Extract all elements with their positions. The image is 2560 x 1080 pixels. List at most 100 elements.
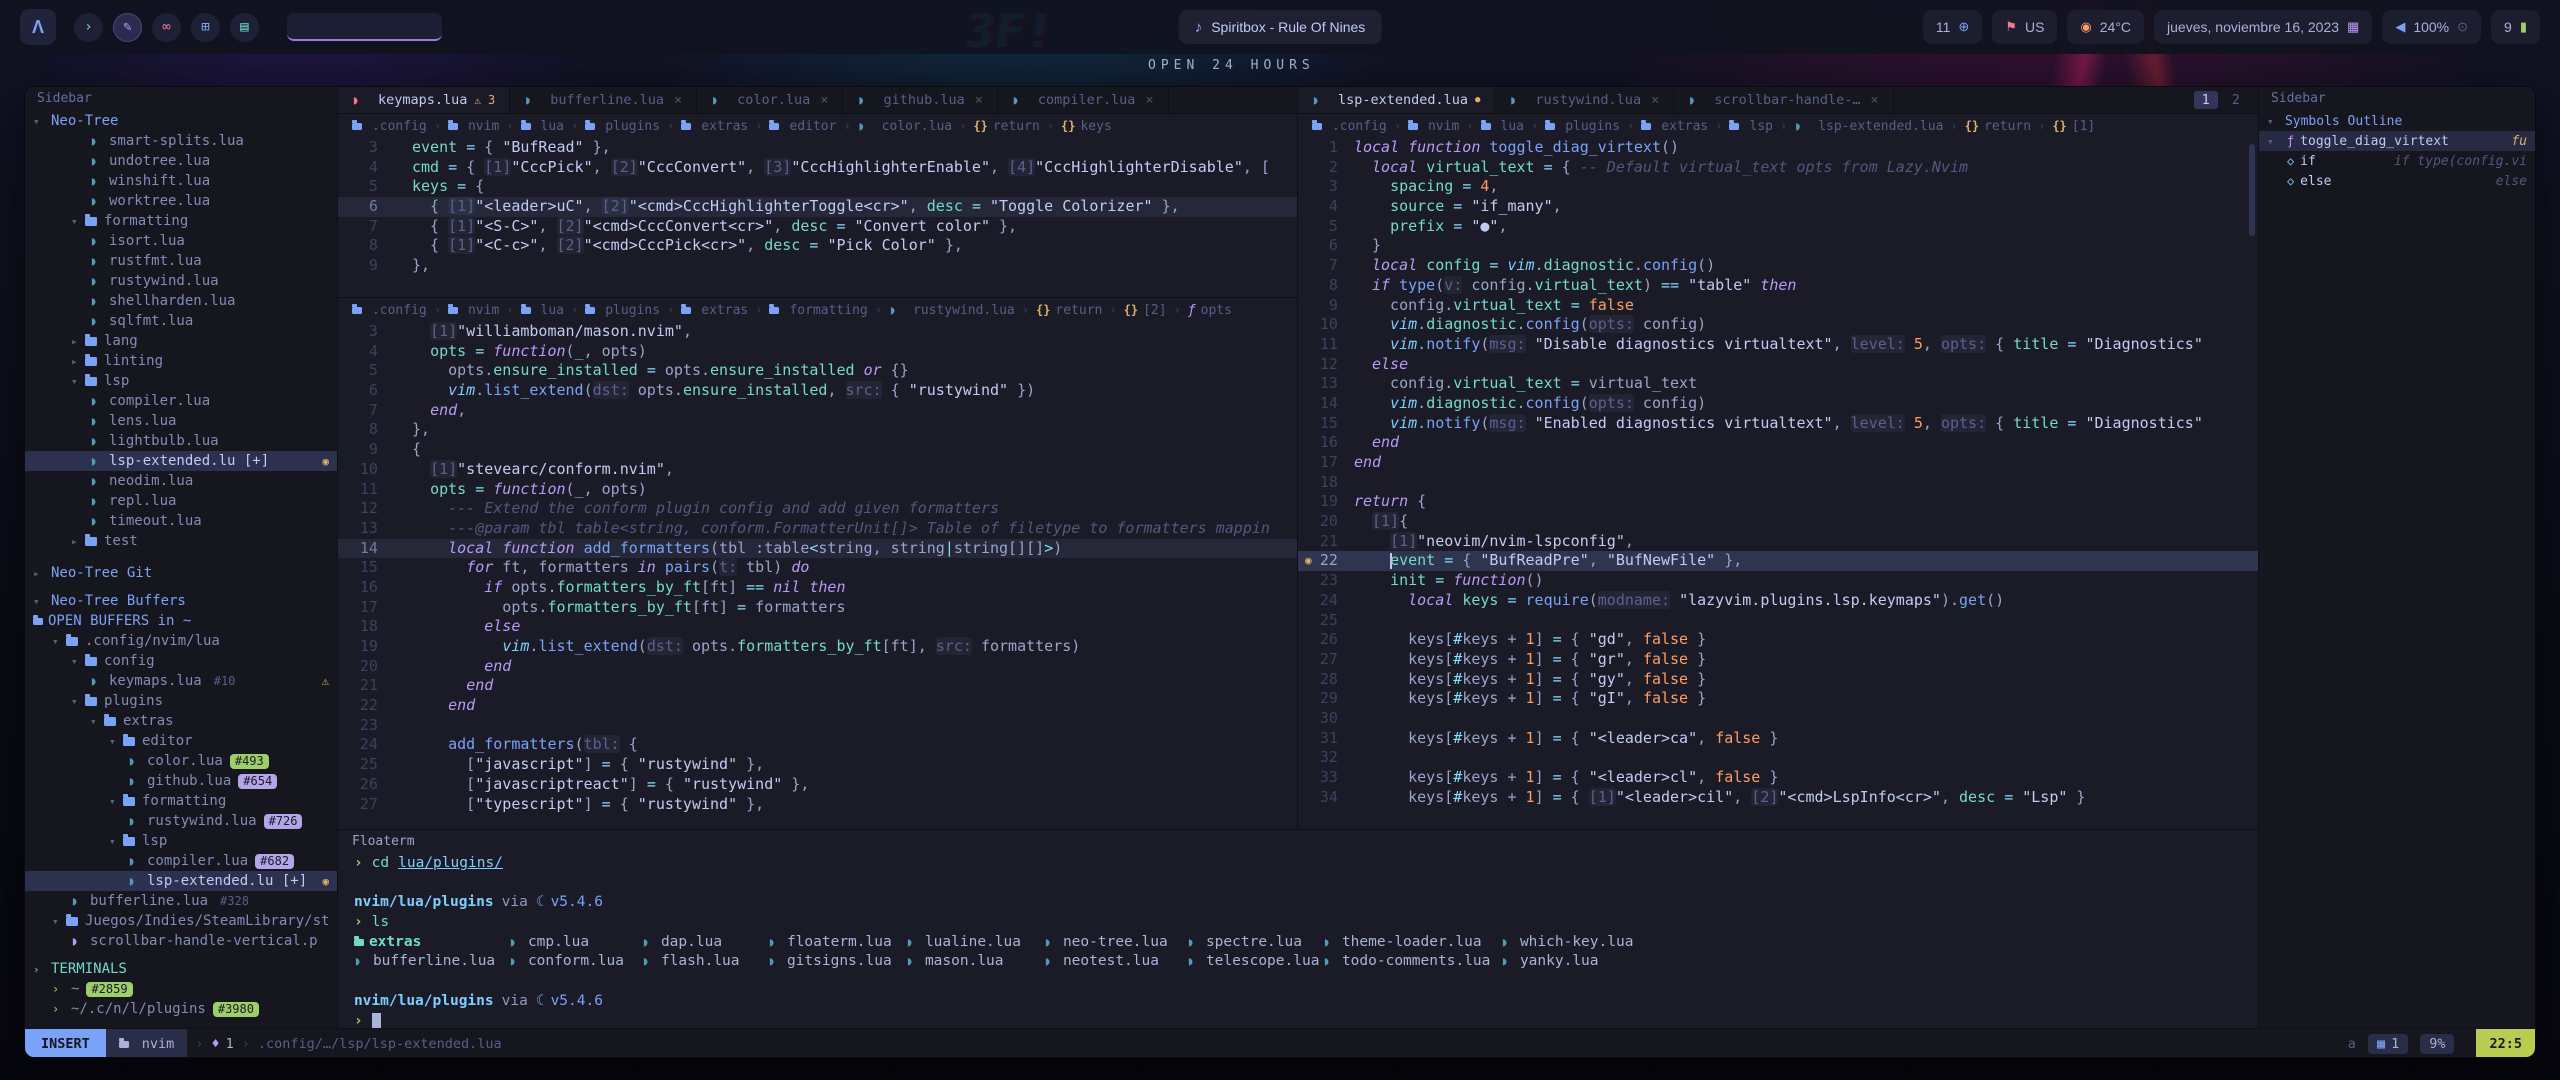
tree-item-undotree-lua[interactable]: ◗undotree.lua bbox=[25, 151, 337, 171]
tree-item-rustfmt-lua[interactable]: ◗rustfmt.lua bbox=[25, 251, 337, 271]
breadcrumb-label: [1] bbox=[2072, 119, 2095, 134]
buffer-item-config[interactable]: ▾config bbox=[25, 651, 337, 671]
battery-chip[interactable]: 9 ▮ bbox=[2491, 10, 2540, 44]
file-label: .config/nvim/lua bbox=[85, 633, 220, 649]
buffer-item-keymaps-lua[interactable]: ◗keymaps.lua#10⚠ bbox=[25, 671, 337, 691]
line-number: 8 bbox=[338, 420, 394, 440]
code-line: } bbox=[1354, 236, 2258, 256]
code-line: ---@param tbl table<string, conform.Form… bbox=[394, 519, 1297, 539]
scrollbar-handle[interactable] bbox=[2249, 144, 2255, 236]
tree-item-lens-lua[interactable]: ◗lens.lua bbox=[25, 411, 337, 431]
buffer-item-lsp-extended-lu[interactable]: ◗lsp-extended.lu [+]◉ bbox=[25, 871, 337, 891]
buffer-item-editor[interactable]: ▾editor bbox=[25, 731, 337, 751]
buffer-item-color-lua[interactable]: ◗color.lua#493 bbox=[25, 751, 337, 771]
code-line: prefix = "●", bbox=[1354, 217, 2258, 237]
close-icon[interactable]: × bbox=[1871, 92, 1879, 108]
volume-chip[interactable]: ◀ 100% ⊙ bbox=[2382, 10, 2481, 44]
tree-item-worktree-lua[interactable]: ◗worktree.lua bbox=[25, 191, 337, 211]
tree-item-lsp[interactable]: ▾lsp bbox=[25, 371, 337, 391]
topbar-search-input[interactable] bbox=[287, 13, 442, 41]
buffer-item-plugins[interactable]: ▾plugins bbox=[25, 691, 337, 711]
tree-item-lightbulb-lua[interactable]: ◗lightbulb.lua bbox=[25, 431, 337, 451]
weather-chip[interactable]: ◉ 24°C bbox=[2067, 10, 2144, 44]
code-line: local keys = require(modname: "lazyvim.p… bbox=[1354, 591, 2258, 611]
section-symbols-outline[interactable]: ▾ Symbols Outline bbox=[2259, 111, 2535, 131]
tree-item-test[interactable]: ▸test bbox=[25, 531, 337, 551]
workspace-button-notes[interactable]: ▤ bbox=[230, 13, 259, 42]
tree-item-lsp-extended-lu[interactable]: ◗lsp-extended.lu [+]◉ bbox=[25, 451, 337, 471]
tabpage-1[interactable]: 1 bbox=[2194, 91, 2218, 109]
buffer-item-lsp[interactable]: ▾lsp bbox=[25, 831, 337, 851]
buffer-item-compiler-lua[interactable]: ◗compiler.lua#682 bbox=[25, 851, 337, 871]
tree-item-winshift-lua[interactable]: ◗winshift.lua bbox=[25, 171, 337, 191]
close-icon[interactable]: × bbox=[1651, 92, 1659, 108]
app-launcher-button[interactable]: Λ bbox=[20, 9, 56, 45]
tab-scrollbar-handle[interactable]: ◗scrollbar-handle-…× bbox=[1674, 87, 1893, 113]
buffer-item-extras[interactable]: ▾extras bbox=[25, 711, 337, 731]
tree-item-sqlfmt-lua[interactable]: ◗sqlfmt.lua bbox=[25, 311, 337, 331]
tab-github-lua[interactable]: ◗github.lua× bbox=[843, 87, 997, 113]
tree-item-rustywind-lua[interactable]: ◗rustywind.lua bbox=[25, 271, 337, 291]
code-area: 3456789101112131415161718192021222324252… bbox=[338, 322, 1297, 814]
tree-item-isort-lua[interactable]: ◗isort.lua bbox=[25, 231, 337, 251]
workspace-button-terminal[interactable]: › bbox=[74, 13, 103, 42]
grid-icon: ▦ bbox=[2377, 1036, 2385, 1052]
tree-item-neodim-lua[interactable]: ◗neodim.lua bbox=[25, 471, 337, 491]
breadcrumb: .config›nvim›lua›plugins›extras›lsp›◗lsp… bbox=[1298, 114, 2258, 138]
buffer-item-github-lua[interactable]: ◗github.lua#654 bbox=[25, 771, 337, 791]
folder-icon bbox=[1545, 123, 1555, 130]
close-icon[interactable]: × bbox=[975, 92, 983, 108]
symbol-else[interactable]: ◇elseelse bbox=[2259, 171, 2535, 191]
chevron-right-icon: ▸ bbox=[71, 335, 85, 348]
workspace-button-link[interactable]: ∞ bbox=[152, 13, 181, 42]
file-name: extras bbox=[369, 933, 421, 953]
tree-item-shellharden-lua[interactable]: ◗shellharden.lua bbox=[25, 291, 337, 311]
updates-chip[interactable]: 11 ⊕ bbox=[1923, 10, 1982, 44]
workspace-button-editor[interactable]: ✎ bbox=[113, 13, 142, 42]
tab-bufferline-lua[interactable]: ◗bufferline.lua× bbox=[510, 87, 697, 113]
buffer-item-rustywind-lua[interactable]: ◗rustywind.lua#726 bbox=[25, 811, 337, 831]
terminal-item-[interactable]: ›~#2859 bbox=[25, 979, 337, 999]
music-widget[interactable]: ♪ Spiritbox - Rule Of Nines bbox=[1179, 10, 1382, 44]
buffer-number-badge: #3980 bbox=[213, 1002, 259, 1017]
tabpage-2[interactable]: 2 bbox=[2224, 91, 2248, 109]
lua-file-icon: ◗ bbox=[1312, 93, 1325, 107]
tab-rustywind-lua[interactable]: ◗rustywind.lua× bbox=[1495, 87, 1674, 113]
close-icon[interactable]: × bbox=[674, 92, 682, 108]
buffer-item-config-nvim-lua[interactable]: ▾.config/nvim/lua bbox=[25, 631, 337, 651]
section-neo-tree-git[interactable]: ▸ Neo-Tree Git bbox=[25, 563, 337, 583]
close-icon[interactable]: × bbox=[1145, 92, 1153, 108]
tree-item-compiler-lua[interactable]: ◗compiler.lua bbox=[25, 391, 337, 411]
tab-compiler-lua[interactable]: ◗compiler.lua× bbox=[998, 87, 1169, 113]
workspace-button-windows[interactable]: ⊞ bbox=[191, 13, 220, 42]
tree-item-smart-splits-lua[interactable]: ◗smart-splits.lua bbox=[25, 131, 337, 151]
tab-keymaps-lua[interactable]: ◗keymaps.lua⚠3 bbox=[338, 87, 510, 113]
tree-item-lang[interactable]: ▸lang bbox=[25, 331, 337, 351]
line-number: 13 bbox=[1298, 374, 1354, 394]
close-icon[interactable]: × bbox=[820, 92, 828, 108]
buffer-item-bufferline-lua[interactable]: ◗bufferline.lua#328 bbox=[25, 891, 337, 911]
section-neo-tree-buffers[interactable]: ▾ Neo-Tree Buffers bbox=[25, 591, 337, 611]
file-label: repl.lua bbox=[109, 493, 176, 509]
buffer-item-juegos-indies-steamlibrary-st[interactable]: ▾Juegos/Indies/SteamLibrary/st bbox=[25, 911, 337, 931]
date-chip[interactable]: jueves, noviembre 16, 2023 ▦ bbox=[2154, 10, 2372, 44]
tree-item-timeout-lua[interactable]: ◗timeout.lua bbox=[25, 511, 337, 531]
tree-item-formatting[interactable]: ▾formatting bbox=[25, 211, 337, 231]
symbol-toggle-diag-virtext[interactable]: ▾ƒtoggle_diag_virtextfu bbox=[2259, 131, 2535, 151]
tree-item-linting[interactable]: ▸linting bbox=[25, 351, 337, 371]
sidebar-title: Sidebar bbox=[2259, 87, 2535, 111]
code-line: if opts.formatters_by_ft[ft] == nil then bbox=[394, 578, 1297, 598]
chevron-down-icon: ▾ bbox=[2267, 135, 2281, 148]
terminal-via: via bbox=[502, 893, 528, 913]
section-terminals[interactable]: › TERMINALS bbox=[25, 959, 337, 979]
terminal-item-c-n-l-plugins[interactable]: ›~/.c/n/l/plugins#3980 bbox=[25, 999, 337, 1019]
section-neo-tree[interactable]: ▾ Neo-Tree bbox=[25, 111, 337, 131]
tab-color-lua[interactable]: ◗color.lua× bbox=[697, 87, 843, 113]
keyboard-layout-chip[interactable]: ⚑ US bbox=[1992, 10, 2057, 44]
file-label: rustywind.lua bbox=[147, 813, 257, 829]
symbol-if[interactable]: ◇ifif type(config.vi bbox=[2259, 151, 2535, 171]
tree-item-repl-lua[interactable]: ◗repl.lua bbox=[25, 491, 337, 511]
tab-lsp-extended-lua[interactable]: ◗lsp-extended.lua● bbox=[1298, 87, 1495, 113]
buffer-item-scrollbar-handle-vertical-p[interactable]: ◗scrollbar-handle-vertical.p bbox=[25, 931, 337, 951]
buffer-item-formatting[interactable]: ▾formatting bbox=[25, 791, 337, 811]
